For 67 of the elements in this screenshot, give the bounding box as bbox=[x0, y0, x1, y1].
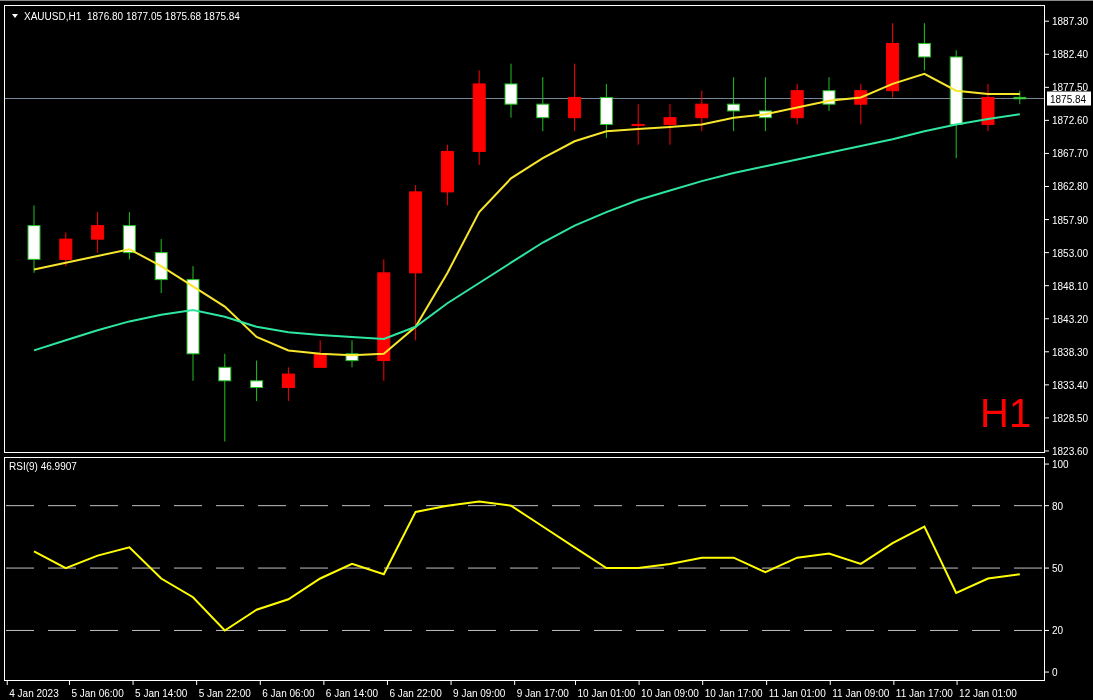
candlestick bbox=[504, 63, 518, 119]
price-axis-label: 1867.70 bbox=[1052, 148, 1089, 160]
candlestick bbox=[822, 76, 836, 112]
price-axis-label: 1833.40 bbox=[1052, 379, 1089, 391]
candlestick bbox=[281, 366, 295, 402]
price-axis-label: 1828.50 bbox=[1052, 412, 1089, 424]
rsi-axis-label: 100 bbox=[1052, 459, 1069, 471]
rsi-axis-label: 20 bbox=[1052, 625, 1064, 637]
candlestick bbox=[154, 238, 168, 294]
candlestick bbox=[59, 231, 73, 267]
rsi-axis-label: 0 bbox=[1052, 667, 1058, 679]
price-axis-label: 1887.30 bbox=[1052, 16, 1089, 28]
time-axis-label: 5 Jan 22:00 bbox=[198, 688, 251, 699]
candlestick bbox=[981, 83, 995, 132]
candlestick bbox=[91, 211, 105, 254]
candlestick bbox=[345, 339, 359, 368]
price-axis-label: 1848.10 bbox=[1052, 280, 1089, 292]
candlestick bbox=[250, 360, 264, 402]
current-price-label: 1875.84 bbox=[1047, 91, 1091, 106]
time-axis-label: 6 Jan 06:00 bbox=[262, 688, 315, 699]
price-axis-label: 1877.50 bbox=[1052, 82, 1089, 94]
price-axis-label: 1838.30 bbox=[1052, 346, 1089, 358]
indicator-title: RSI(9) 46.9907 bbox=[9, 461, 77, 472]
candlestick bbox=[758, 76, 772, 132]
candlestick bbox=[568, 63, 582, 132]
candlestick bbox=[854, 83, 868, 125]
candlestick bbox=[536, 76, 550, 132]
time-axis-label: 5 Jan 14:00 bbox=[135, 688, 188, 699]
time-axis-label: 6 Jan 22:00 bbox=[389, 688, 442, 699]
price-axis-label: 1882.40 bbox=[1052, 49, 1089, 61]
rsi-axis-label: 80 bbox=[1052, 500, 1064, 512]
ref-line-label: 1875.84 bbox=[1050, 93, 1087, 105]
time-axis-label: 9 Jan 09:00 bbox=[453, 688, 506, 699]
time-axis-label: 5 Jan 06:00 bbox=[71, 688, 124, 699]
price-axis-label: 1857.90 bbox=[1052, 214, 1089, 226]
timeframe-label: H1 bbox=[980, 391, 1032, 435]
candlestick bbox=[695, 90, 709, 132]
dropdown-icon[interactable] bbox=[12, 14, 18, 18]
ohlc-values: 1876.80 1877.05 1875.68 1875.84 bbox=[87, 11, 240, 22]
time-axis-label: 12 Jan 01:00 bbox=[959, 688, 1017, 699]
candlestick bbox=[917, 22, 931, 71]
time-axis-label: 11 Jan 17:00 bbox=[895, 688, 953, 699]
price-axis-label: 1862.80 bbox=[1052, 181, 1089, 193]
price-axis-label: 1853.00 bbox=[1052, 247, 1089, 259]
time-axis-label: 6 Jan 14:00 bbox=[325, 688, 379, 699]
candlestick bbox=[599, 83, 613, 139]
candlestick bbox=[313, 339, 327, 368]
candlestick bbox=[631, 103, 645, 146]
candlestick bbox=[122, 211, 136, 260]
symbol-label: XAUUSD,H1 bbox=[24, 11, 82, 22]
rsi-axis-label: 50 bbox=[1052, 563, 1064, 575]
candlestick bbox=[663, 103, 677, 146]
time-axis-label: 11 Jan 01:00 bbox=[768, 688, 826, 699]
price-axis-label: 1843.20 bbox=[1052, 313, 1089, 325]
candlestick bbox=[440, 144, 454, 206]
time-axis-label: 10 Jan 09:00 bbox=[641, 688, 699, 699]
candlestick bbox=[727, 76, 741, 132]
candlestick bbox=[1013, 90, 1027, 105]
time-axis-label: 10 Jan 01:00 bbox=[577, 688, 636, 699]
price-axis-label: 1872.60 bbox=[1052, 115, 1089, 127]
candlestick bbox=[27, 204, 41, 274]
candlestick bbox=[790, 83, 804, 125]
time-axis-label: 9 Jan 17:00 bbox=[516, 688, 569, 699]
time-axis-label: 11 Jan 09:00 bbox=[832, 688, 890, 699]
price-axis-label: 1823.60 bbox=[1052, 446, 1089, 457]
time-axis-label: 10 Jan 17:00 bbox=[704, 688, 763, 699]
time-axis-label: 4 Jan 2023 bbox=[9, 688, 59, 699]
